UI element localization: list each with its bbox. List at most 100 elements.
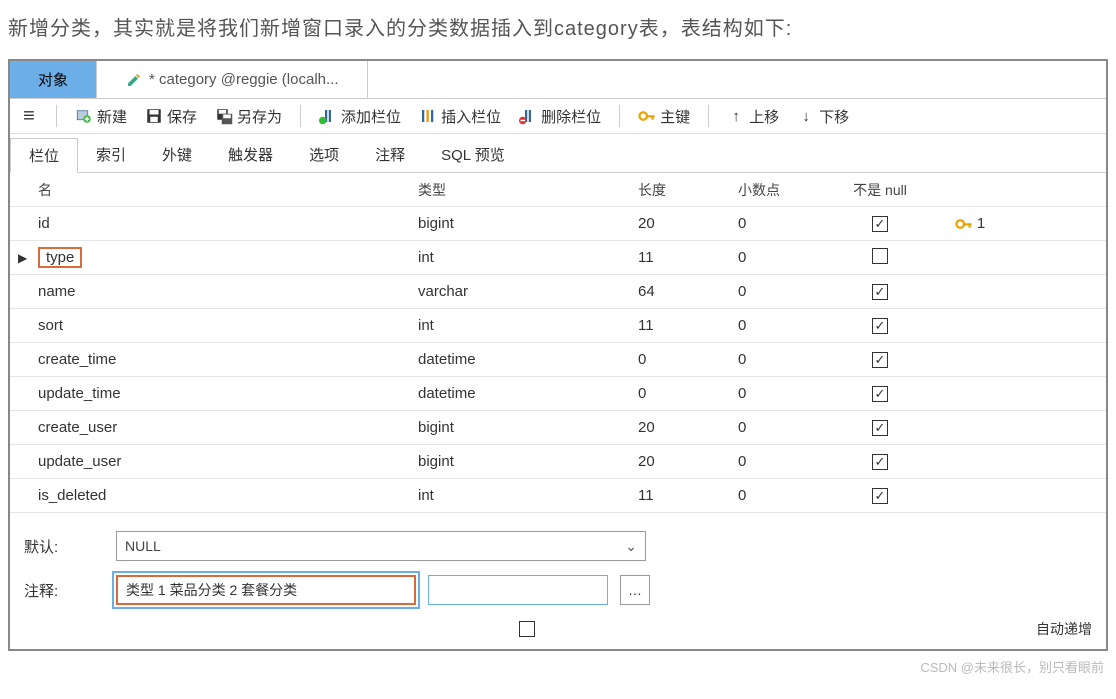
- table-row[interactable]: is_deletedint110: [10, 479, 1106, 513]
- cell-length[interactable]: 20: [630, 209, 730, 238]
- cell-notnull[interactable]: [830, 481, 930, 510]
- pk-button[interactable]: 主键: [638, 106, 690, 127]
- table-row[interactable]: update_userbigint200: [10, 445, 1106, 479]
- cell-name[interactable]: is_deleted: [30, 481, 410, 510]
- table-row[interactable]: create_timedatetime00: [10, 343, 1106, 377]
- checkbox-icon[interactable]: [872, 386, 888, 402]
- save-icon: [145, 107, 163, 125]
- cell-type[interactable]: datetime: [410, 379, 630, 408]
- insertcol-button[interactable]: 插入栏位: [419, 106, 501, 127]
- new-button[interactable]: 新建: [75, 106, 127, 127]
- addcol-button[interactable]: 添加栏位: [319, 106, 401, 127]
- cell-type[interactable]: bigint: [410, 209, 630, 238]
- cell-length[interactable]: 0: [630, 345, 730, 374]
- row-marker: ▶: [10, 245, 30, 271]
- menu-button[interactable]: [20, 107, 38, 125]
- autoincrement-row[interactable]: 自动递增: [24, 619, 1092, 639]
- checkbox-icon[interactable]: [872, 248, 888, 264]
- tab-file[interactable]: * category @reggie (localh...: [97, 61, 368, 98]
- cell-notnull[interactable]: [830, 277, 930, 306]
- cell-length[interactable]: 20: [630, 447, 730, 476]
- col-length[interactable]: 长度: [630, 174, 730, 206]
- col-name[interactable]: 名: [30, 174, 410, 206]
- cell-name[interactable]: name: [30, 277, 410, 306]
- checkbox-icon[interactable]: [872, 488, 888, 504]
- moveup-button[interactable]: 上移: [727, 106, 779, 127]
- cell-name[interactable]: create_time: [30, 345, 410, 374]
- cell-decimals[interactable]: 0: [730, 345, 830, 374]
- tab-object[interactable]: 对象: [10, 61, 97, 98]
- cell-type[interactable]: bigint: [410, 447, 630, 476]
- cell-decimals[interactable]: 0: [730, 447, 830, 476]
- autoincrement-checkbox[interactable]: [519, 621, 535, 637]
- comment-extra-input[interactable]: [428, 575, 608, 605]
- table-row[interactable]: ▶typeint110: [10, 241, 1106, 275]
- cell-length[interactable]: 11: [630, 481, 730, 510]
- checkbox-icon[interactable]: [872, 318, 888, 334]
- cell-name[interactable]: update_user: [30, 447, 410, 476]
- cell-name[interactable]: type: [30, 241, 410, 274]
- cell-notnull[interactable]: [830, 447, 930, 476]
- cell-type[interactable]: bigint: [410, 413, 630, 442]
- cell-notnull[interactable]: [830, 311, 930, 340]
- table-row[interactable]: create_userbigint200: [10, 411, 1106, 445]
- cell-name[interactable]: update_time: [30, 379, 410, 408]
- cell-length[interactable]: 20: [630, 413, 730, 442]
- checkbox-icon[interactable]: [872, 216, 888, 232]
- sub-tab[interactable]: 栏位: [10, 138, 78, 173]
- table-row[interactable]: namevarchar640: [10, 275, 1106, 309]
- cell-decimals[interactable]: 0: [730, 379, 830, 408]
- sub-tab[interactable]: 索引: [78, 138, 144, 172]
- cell-name[interactable]: sort: [30, 311, 410, 340]
- cell-decimals[interactable]: 0: [730, 243, 830, 272]
- cell-notnull[interactable]: [830, 242, 930, 274]
- cell-notnull[interactable]: [830, 209, 930, 238]
- default-select[interactable]: NULL: [116, 531, 646, 561]
- cell-type[interactable]: datetime: [410, 345, 630, 374]
- cell-type[interactable]: int: [410, 311, 630, 340]
- col-decimals[interactable]: 小数点: [730, 174, 830, 206]
- cell-notnull[interactable]: [830, 345, 930, 374]
- key-icon: [955, 215, 973, 233]
- autoincrement-label: 自动递增: [1036, 619, 1092, 639]
- cell-decimals[interactable]: 0: [730, 481, 830, 510]
- checkbox-icon[interactable]: [872, 454, 888, 470]
- sub-tab[interactable]: 外键: [144, 138, 210, 172]
- cell-notnull[interactable]: [830, 413, 930, 442]
- cell-decimals[interactable]: 0: [730, 277, 830, 306]
- cell-length[interactable]: 11: [630, 243, 730, 272]
- sub-tab[interactable]: 选项: [291, 138, 357, 172]
- cell-type[interactable]: int: [410, 243, 630, 272]
- cell-length[interactable]: 0: [630, 379, 730, 408]
- comment-input[interactable]: 类型 1 菜品分类 2 套餐分类: [116, 575, 416, 605]
- table-row[interactable]: sortint110: [10, 309, 1106, 343]
- checkbox-icon[interactable]: [872, 284, 888, 300]
- cell-type[interactable]: int: [410, 481, 630, 510]
- sub-tab[interactable]: 注释: [357, 138, 423, 172]
- sub-tab[interactable]: SQL 预览: [423, 138, 523, 172]
- cell-name[interactable]: create_user: [30, 413, 410, 442]
- col-notnull[interactable]: 不是 null: [830, 174, 930, 206]
- save-button[interactable]: 保存: [145, 106, 197, 127]
- cell-decimals[interactable]: 0: [730, 311, 830, 340]
- cell-pk: 1: [930, 209, 1010, 239]
- cell-type[interactable]: varchar: [410, 277, 630, 306]
- table-row[interactable]: idbigint200 1: [10, 207, 1106, 241]
- cell-length[interactable]: 11: [630, 311, 730, 340]
- saveas-button[interactable]: 另存为: [215, 106, 282, 127]
- deletecol-button[interactable]: 删除栏位: [519, 106, 601, 127]
- col-type[interactable]: 类型: [410, 174, 630, 206]
- comment-more-button[interactable]: …: [620, 575, 650, 605]
- cell-notnull[interactable]: [830, 379, 930, 408]
- sub-tab[interactable]: 触发器: [210, 138, 291, 172]
- movedown-button[interactable]: 下移: [797, 106, 849, 127]
- cell-decimals[interactable]: 0: [730, 209, 830, 238]
- cell-pk: [930, 456, 1010, 468]
- checkbox-icon[interactable]: [872, 352, 888, 368]
- cell-decimals[interactable]: 0: [730, 413, 830, 442]
- cell-name[interactable]: id: [30, 209, 410, 238]
- cell-length[interactable]: 64: [630, 277, 730, 306]
- row-marker: [10, 490, 30, 502]
- table-row[interactable]: update_timedatetime00: [10, 377, 1106, 411]
- checkbox-icon[interactable]: [872, 420, 888, 436]
